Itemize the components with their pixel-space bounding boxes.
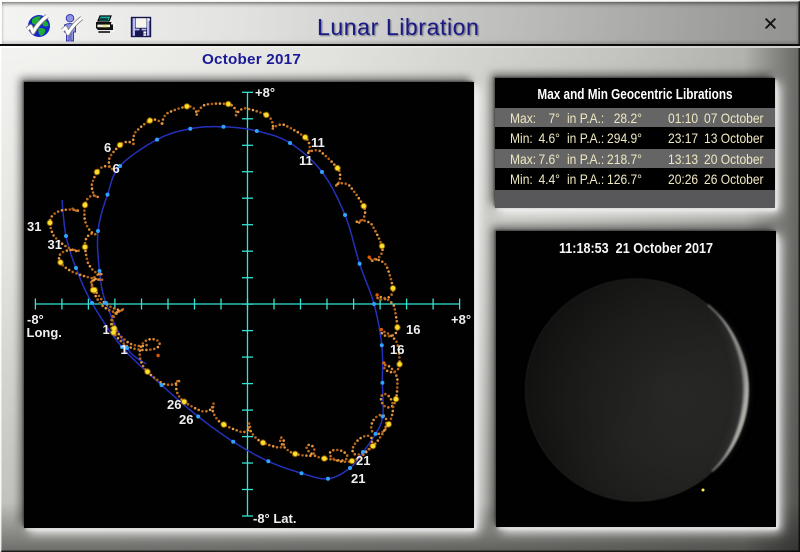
svg-text:26: 26 xyxy=(179,412,193,427)
svg-text:31: 31 xyxy=(27,219,41,234)
svg-text:1: 1 xyxy=(121,342,128,357)
svg-text:11: 11 xyxy=(299,153,313,168)
svg-text:11: 11 xyxy=(311,135,325,150)
svg-text:21: 21 xyxy=(351,471,365,486)
svg-text:1: 1 xyxy=(103,322,110,337)
svg-text:Long.: Long. xyxy=(27,325,62,340)
svg-text:26: 26 xyxy=(167,397,181,412)
svg-text:+8°: +8° xyxy=(451,312,471,327)
svg-text:16: 16 xyxy=(390,342,404,357)
svg-text:6: 6 xyxy=(104,140,111,155)
svg-text:16: 16 xyxy=(406,322,420,337)
svg-text:6: 6 xyxy=(113,161,120,176)
svg-text:-8° Lat.: -8° Lat. xyxy=(253,511,296,526)
svg-text:21: 21 xyxy=(356,453,370,468)
svg-text:+8°: +8° xyxy=(255,85,275,100)
svg-text:31: 31 xyxy=(48,237,62,252)
